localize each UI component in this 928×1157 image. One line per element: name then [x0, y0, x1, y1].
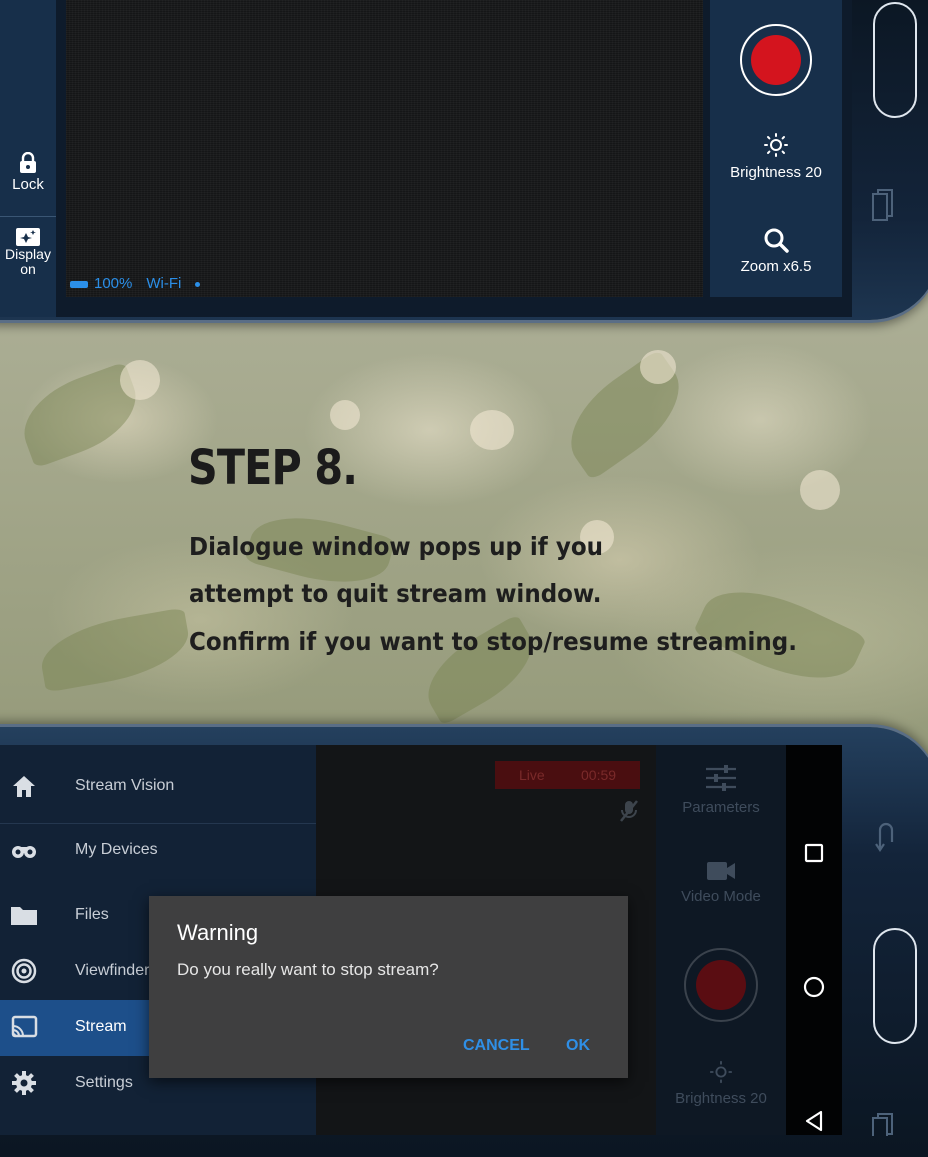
- lock-label: Lock: [12, 176, 44, 193]
- brightness-icon: [764, 133, 788, 157]
- live-timer: 00:59: [581, 767, 617, 783]
- instruction-line-1: Dialogue window pops up if you: [189, 532, 603, 561]
- sliders-icon: [706, 765, 736, 791]
- phone-home-button-bottom: [873, 928, 917, 1044]
- phone-home-button-top: [873, 2, 917, 118]
- folder-icon: [11, 907, 37, 925]
- cast-icon: [11, 1015, 38, 1038]
- viewfinder-icon: [11, 958, 37, 984]
- device-status-bar: 100% Wi-Fi: [70, 275, 201, 292]
- lock-icon: [20, 152, 36, 173]
- record-icon: [696, 960, 746, 1010]
- phone-back-key-icon: [875, 822, 894, 852]
- lock-button[interactable]: Lock: [0, 150, 56, 212]
- menu-label: Stream: [75, 1018, 127, 1035]
- app-title: Stream Vision: [75, 777, 175, 794]
- brightness-label: Brightness 20: [730, 164, 822, 181]
- menu-label: Viewfinder: [75, 962, 150, 979]
- record-icon: [751, 35, 801, 85]
- display-label: Display: [5, 246, 51, 262]
- record-button[interactable]: [740, 24, 812, 96]
- live-indicator: Live 00:59: [495, 761, 640, 789]
- connection-type: Wi-Fi: [146, 275, 182, 292]
- drawer-header[interactable]: Stream Vision: [0, 757, 316, 824]
- live-label: Live: [519, 767, 545, 783]
- step-title: STEP 8.: [188, 440, 358, 496]
- stream-screen-top: Lock Display on 100% Wi-Fi Brightness 20…: [0, 0, 852, 317]
- dialog-message: Do you really want to stop stream?: [177, 960, 439, 979]
- recent-apps-icon: [872, 189, 893, 221]
- brightness-label: Brightness 20: [675, 1090, 767, 1107]
- ok-button[interactable]: OK: [566, 1037, 590, 1055]
- battery-icon: [70, 280, 88, 288]
- live-video-feed: [66, 0, 703, 297]
- stream-control-panel: Parameters Video Mode Brightness 20: [656, 745, 786, 1135]
- parameters-label: Parameters: [682, 799, 760, 816]
- video-camera-icon: [707, 862, 735, 880]
- magnifier-icon: [764, 228, 789, 253]
- record-button-disabled[interactable]: [684, 948, 758, 1022]
- menu-label: My Devices: [75, 841, 158, 858]
- zoom-label: Zoom x6.5: [740, 258, 812, 275]
- dialog-title: Warning: [177, 920, 259, 945]
- warning-dialog: Warning Do you really want to stop strea…: [149, 896, 628, 1078]
- display-state-label: on: [20, 261, 36, 277]
- menu-label: Files: [75, 906, 109, 923]
- brightness-icon: [709, 1060, 733, 1084]
- gear-icon: [12, 1071, 36, 1095]
- cancel-button[interactable]: CANCEL: [463, 1037, 530, 1055]
- menu-label: Settings: [75, 1074, 133, 1091]
- brightness-control[interactable]: Brightness 20: [710, 132, 842, 182]
- video-mode-label: Video Mode: [681, 888, 761, 905]
- battery-level: 100%: [94, 275, 133, 292]
- parameters-button[interactable]: Parameters: [656, 763, 786, 816]
- video-mode-button[interactable]: Video Mode: [656, 860, 786, 905]
- instruction-line-2: attempt to quit stream window.: [189, 579, 602, 608]
- left-control-panel: Lock Display on: [0, 0, 56, 317]
- recent-apps-icon: [872, 1113, 893, 1136]
- menu-item-my-devices[interactable]: My Devices: [0, 823, 316, 879]
- back-triangle-icon[interactable]: [800, 1107, 828, 1135]
- display-icon: [16, 228, 40, 246]
- home-icon: [13, 776, 35, 797]
- android-nav-bar: [786, 745, 842, 1135]
- signal-dot-icon: [195, 281, 201, 287]
- brightness-control-bottom[interactable]: Brightness 20: [656, 1060, 786, 1107]
- right-control-panel: Brightness 20 Zoom x6.5: [710, 0, 842, 297]
- binoculars-icon: [12, 846, 36, 858]
- display-toggle-button[interactable]: Display on: [0, 216, 56, 297]
- home-circle-icon[interactable]: [800, 973, 828, 1001]
- zoom-control[interactable]: Zoom x6.5: [710, 226, 842, 276]
- recents-square-icon[interactable]: [800, 839, 828, 867]
- mic-off-icon[interactable]: [618, 799, 640, 823]
- instruction-line-3: Confirm if you want to stop/resume strea…: [189, 627, 797, 656]
